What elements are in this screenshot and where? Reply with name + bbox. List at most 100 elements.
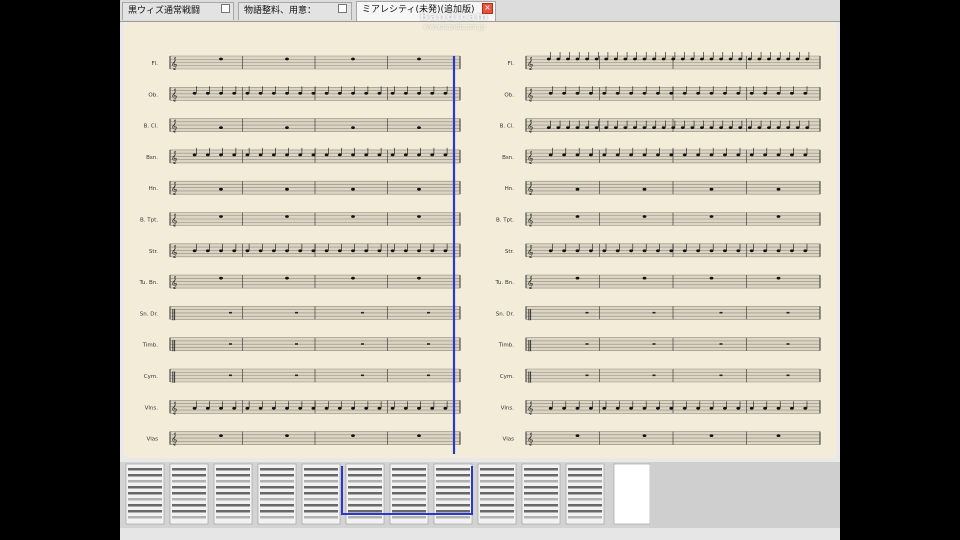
thumbnail-staff[interactable] <box>524 468 558 471</box>
thumbnail-staff[interactable] <box>436 480 470 483</box>
tab-document-3[interactable]: ミアレシティ(未発)(追加版) <box>356 1 496 21</box>
thumbnail-staff[interactable] <box>436 468 470 471</box>
thumbnail-staff[interactable] <box>480 486 514 489</box>
thumbnail-staff[interactable] <box>260 486 294 489</box>
thumbnail-staff[interactable] <box>260 474 294 477</box>
thumbnail-staff[interactable] <box>436 486 470 489</box>
thumbnail-staff[interactable] <box>524 474 558 477</box>
thumbnail-staff[interactable] <box>568 498 602 501</box>
thumbnail-staff[interactable] <box>128 504 162 507</box>
thumbnail-staff[interactable] <box>480 516 514 519</box>
thumbnail-staff[interactable] <box>524 498 558 501</box>
thumbnail-staff[interactable] <box>128 516 162 519</box>
score-page[interactable]: Fl. 𝄞 Ob. 𝄞 B. Cl. 𝄞 Bsn. 𝄞 Hn. 𝄞 B. Tpt. 𝄞 Str. 𝄞 Tu.… <box>124 22 836 458</box>
thumbnail-staff[interactable] <box>216 504 250 507</box>
thumbnail-staff[interactable] <box>568 504 602 507</box>
thumbnail-staff[interactable] <box>128 498 162 501</box>
thumbnail-staff[interactable] <box>348 468 382 471</box>
thumbnail-staff[interactable] <box>436 498 470 501</box>
thumbnail-staff[interactable] <box>480 510 514 513</box>
thumbnail-staff[interactable] <box>392 498 426 501</box>
thumbnail-staff[interactable] <box>216 480 250 483</box>
thumbnail-staff[interactable] <box>436 504 470 507</box>
overview-empty-area[interactable] <box>650 462 840 528</box>
thumbnail-staff[interactable] <box>348 510 382 513</box>
thumbnail-staff[interactable] <box>216 486 250 489</box>
thumbnail-staff[interactable] <box>348 480 382 483</box>
thumbnail-staff[interactable] <box>172 486 206 489</box>
thumbnail-staff[interactable] <box>524 486 558 489</box>
thumbnail-staff[interactable] <box>260 516 294 519</box>
thumbnail-staff[interactable] <box>524 504 558 507</box>
thumbnail-staff[interactable] <box>172 474 206 477</box>
thumbnail-staff[interactable] <box>568 474 602 477</box>
thumbnail-staff[interactable] <box>524 510 558 513</box>
thumbnail-staff[interactable] <box>304 498 338 501</box>
thumbnail-staff[interactable] <box>392 492 426 495</box>
thumbnail-staff[interactable] <box>304 486 338 489</box>
page-overview-strip[interactable] <box>120 462 840 528</box>
thumbnail-staff[interactable] <box>216 510 250 513</box>
thumbnail-staff[interactable] <box>172 468 206 471</box>
tab-checkbox-icon[interactable] <box>338 4 347 13</box>
thumbnail-staff[interactable] <box>260 510 294 513</box>
thumbnail-staff[interactable] <box>436 510 470 513</box>
thumbnail-staff[interactable] <box>568 486 602 489</box>
thumbnail-staff[interactable] <box>216 492 250 495</box>
thumbnail-staff[interactable] <box>392 486 426 489</box>
thumbnail-staff[interactable] <box>568 510 602 513</box>
thumbnail-staff[interactable] <box>568 480 602 483</box>
thumbnail-staff[interactable] <box>304 516 338 519</box>
overview-canvas[interactable] <box>120 462 840 528</box>
thumbnail-staff[interactable] <box>348 516 382 519</box>
thumbnail-staff[interactable] <box>348 486 382 489</box>
thumbnail-staff[interactable] <box>260 504 294 507</box>
page-thumbnail-blank[interactable] <box>613 463 651 525</box>
thumbnail-staff[interactable] <box>172 516 206 519</box>
thumbnail-staff[interactable] <box>436 492 470 495</box>
thumbnail-staff[interactable] <box>480 474 514 477</box>
thumbnail-staff[interactable] <box>128 480 162 483</box>
thumbnail-staff[interactable] <box>216 498 250 501</box>
thumbnail-staff[interactable] <box>216 468 250 471</box>
score-canvas[interactable]: Fl. 𝄞 Ob. 𝄞 B. Cl. 𝄞 Bsn. 𝄞 Hn. 𝄞 B. Tpt. 𝄞 Str. 𝄞 Tu.… <box>124 22 836 458</box>
thumbnail-staff[interactable] <box>304 492 338 495</box>
thumbnail-staff[interactable] <box>348 504 382 507</box>
thumbnail-staff[interactable] <box>260 480 294 483</box>
thumbnail-staff[interactable] <box>128 474 162 477</box>
thumbnail-staff[interactable] <box>392 516 426 519</box>
thumbnail-staff[interactable] <box>260 468 294 471</box>
thumbnail-staff[interactable] <box>128 492 162 495</box>
thumbnail-staff[interactable] <box>304 504 338 507</box>
thumbnail-staff[interactable] <box>128 486 162 489</box>
thumbnail-staff[interactable] <box>304 510 338 513</box>
thumbnail-staff[interactable] <box>524 492 558 495</box>
thumbnail-staff[interactable] <box>304 480 338 483</box>
thumbnail-staff[interactable] <box>568 468 602 471</box>
thumbnail-staff[interactable] <box>304 468 338 471</box>
thumbnail-staff[interactable] <box>172 480 206 483</box>
thumbnail-staff[interactable] <box>172 498 206 501</box>
thumbnail-staff[interactable] <box>172 510 206 513</box>
thumbnail-staff[interactable] <box>436 474 470 477</box>
thumbnail-staff[interactable] <box>392 510 426 513</box>
thumbnail-staff[interactable] <box>480 468 514 471</box>
thumbnail-staff[interactable] <box>128 468 162 471</box>
thumbnail-staff[interactable] <box>568 516 602 519</box>
thumbnail-staff[interactable] <box>172 492 206 495</box>
thumbnail-staff[interactable] <box>348 474 382 477</box>
thumbnail-staff[interactable] <box>480 480 514 483</box>
thumbnail-staff[interactable] <box>216 474 250 477</box>
thumbnail-staff[interactable] <box>348 498 382 501</box>
thumbnail-staff[interactable] <box>172 504 206 507</box>
thumbnail-staff[interactable] <box>568 492 602 495</box>
thumbnail-staff[interactable] <box>436 516 470 519</box>
thumbnail-staff[interactable] <box>392 480 426 483</box>
thumbnail-staff[interactable] <box>260 492 294 495</box>
thumbnail-staff[interactable] <box>348 492 382 495</box>
thumbnail-staff[interactable] <box>128 510 162 513</box>
thumbnail-staff[interactable] <box>260 498 294 501</box>
thumbnail-staff[interactable] <box>480 498 514 501</box>
thumbnail-staff[interactable] <box>392 468 426 471</box>
tab-document-1[interactable]: 黒ウィズ通常戦闘 <box>122 2 234 20</box>
